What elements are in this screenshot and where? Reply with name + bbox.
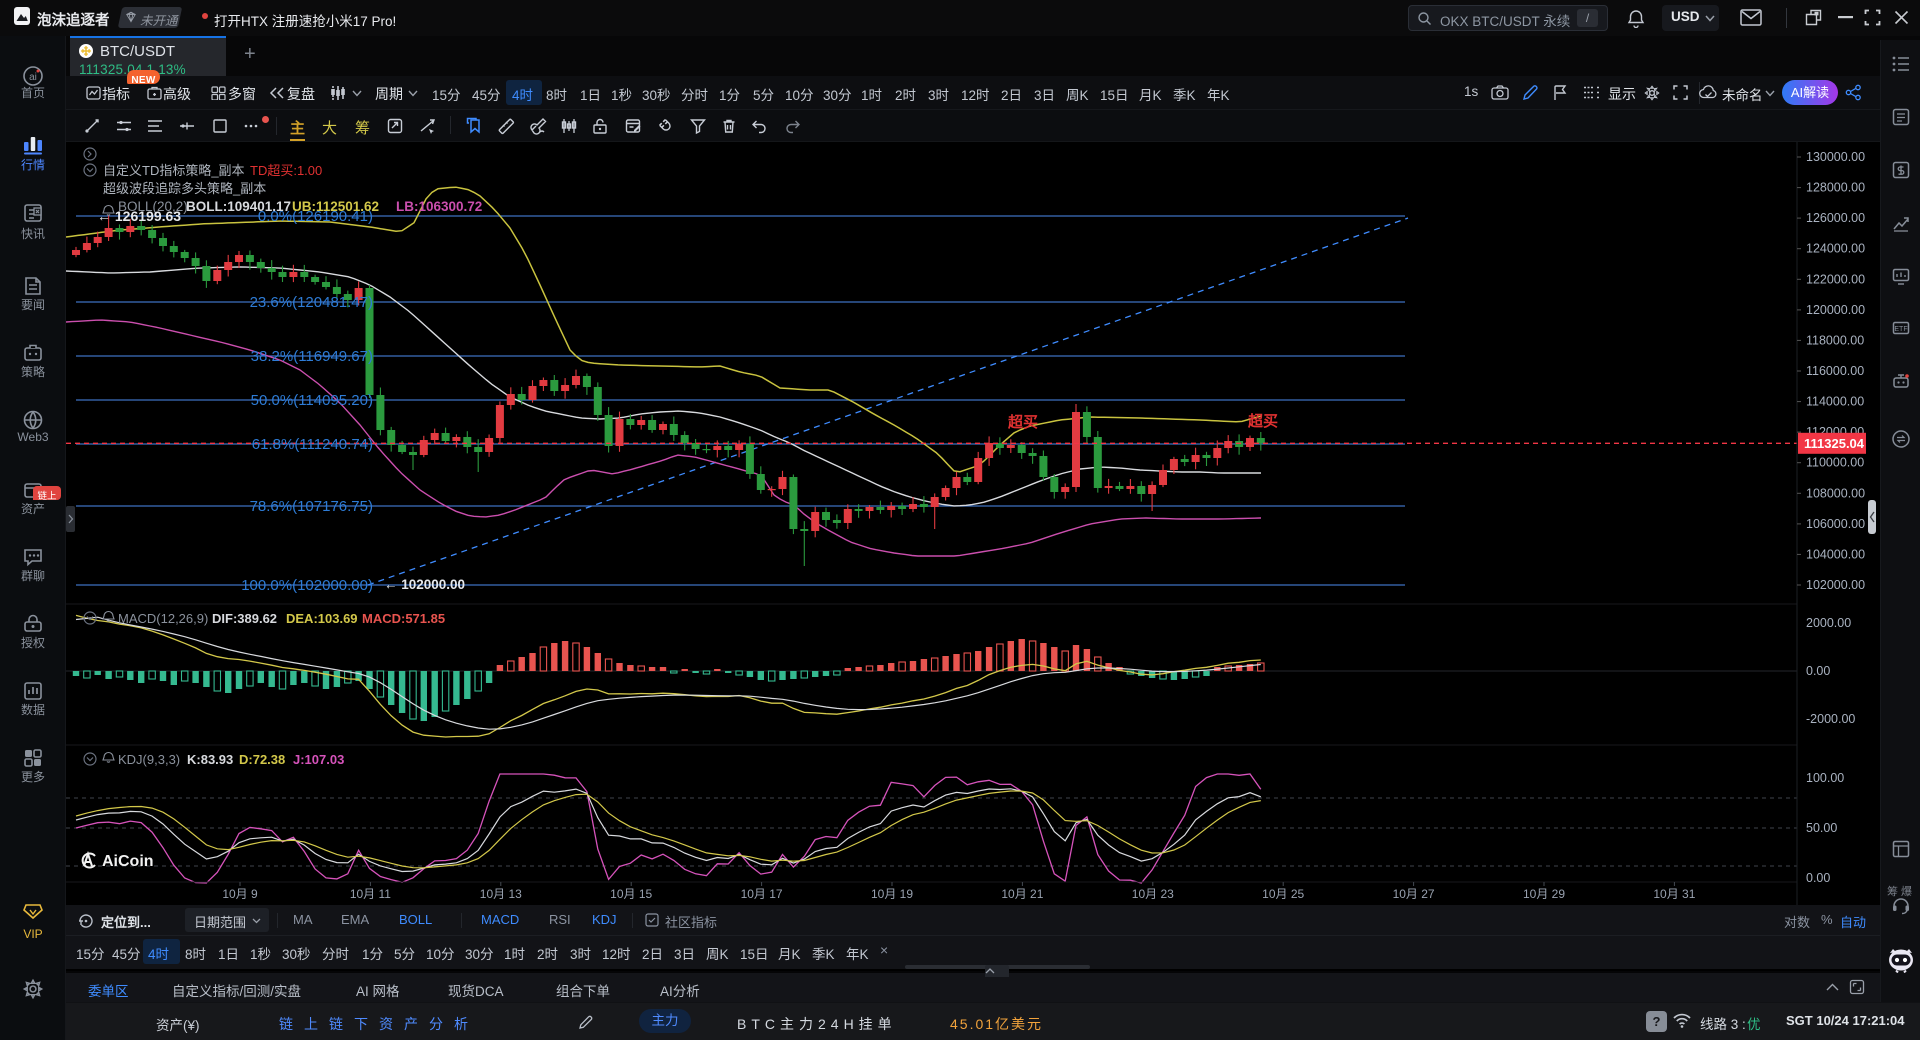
svg-text:130000.00: 130000.00 xyxy=(1806,150,1865,164)
svg-text:78.6%(107176.75): 78.6%(107176.75) xyxy=(250,498,373,515)
svg-text:10月 9: 10月 9 xyxy=(222,887,258,901)
svg-text:126000.00: 126000.00 xyxy=(1806,211,1865,225)
svg-text:← 126199.63: ← 126199.63 xyxy=(97,208,181,224)
svg-text:自定义TD指标策略_副本: 自定义TD指标策略_副本 xyxy=(103,163,245,178)
svg-text:116000.00: 116000.00 xyxy=(1806,364,1864,378)
svg-text:23.6%(120481.47): 23.6%(120481.47) xyxy=(250,294,373,311)
svg-text:KDJ(9,3,3): KDJ(9,3,3) xyxy=(118,752,180,767)
svg-text:J:107.03: J:107.03 xyxy=(293,752,344,767)
svg-text:10月 17: 10月 17 xyxy=(741,887,783,901)
svg-text:MACD(12,26,9): MACD(12,26,9) xyxy=(118,611,208,626)
svg-text:超级波段追踪多头策略_副本: 超级波段追踪多头策略_副本 xyxy=(103,181,266,196)
svg-text:ETF: ETF xyxy=(1894,326,1907,333)
svg-text:111325.04: 111325.04 xyxy=(1804,436,1865,451)
svg-text:10月 27: 10月 27 xyxy=(1393,887,1435,901)
svg-text:← 102000.00: ← 102000.00 xyxy=(384,577,465,592)
svg-text:超买: 超买 xyxy=(1007,413,1038,431)
svg-text:10月 11: 10月 11 xyxy=(350,887,391,901)
svg-text:10月 19: 10月 19 xyxy=(871,887,913,901)
svg-text:120000.00: 120000.00 xyxy=(1806,303,1865,317)
svg-text:102000.00: 102000.00 xyxy=(1806,578,1865,592)
svg-text:10月 29: 10月 29 xyxy=(1523,887,1565,901)
svg-text:50.00: 50.00 xyxy=(1806,821,1837,835)
svg-text:BOLL:109401.17: BOLL:109401.17 xyxy=(186,199,291,214)
svg-text:AiCoin: AiCoin xyxy=(102,853,154,870)
svg-text:100.0%(102000.00): 100.0%(102000.00) xyxy=(241,577,373,594)
svg-text:0.00: 0.00 xyxy=(1806,664,1830,678)
svg-text:DEA:103.69: DEA:103.69 xyxy=(286,611,358,626)
svg-text:50.0%(114095.20): 50.0%(114095.20) xyxy=(251,392,373,409)
svg-text:D:72.38: D:72.38 xyxy=(239,752,285,767)
svg-text:10月 13: 10月 13 xyxy=(480,887,522,901)
svg-text:0.00: 0.00 xyxy=(1806,871,1830,885)
svg-text:100.00: 100.00 xyxy=(1806,771,1844,785)
svg-text:DIF:389.62: DIF:389.62 xyxy=(212,611,277,626)
svg-text:MACD:571.85: MACD:571.85 xyxy=(362,611,445,626)
svg-text:2000.00: 2000.00 xyxy=(1806,616,1851,630)
svg-text:106000.00: 106000.00 xyxy=(1806,517,1865,531)
svg-text:K:83.93: K:83.93 xyxy=(187,752,233,767)
svg-text:61.8%(111240.74): 61.8%(111240.74) xyxy=(252,436,373,453)
svg-text:108000.00: 108000.00 xyxy=(1806,486,1865,500)
svg-text:-2000.00: -2000.00 xyxy=(1806,712,1855,726)
svg-text:38.2%(116949.67): 38.2%(116949.67) xyxy=(251,348,373,365)
svg-text:104000.00: 104000.00 xyxy=(1806,547,1865,561)
svg-text:114000.00: 114000.00 xyxy=(1806,395,1864,409)
svg-text:LB:106300.72: LB:106300.72 xyxy=(396,199,482,214)
svg-text:10月 15: 10月 15 xyxy=(610,887,652,901)
svg-text:10月 25: 10月 25 xyxy=(1262,887,1304,901)
svg-text:124000.00: 124000.00 xyxy=(1806,242,1865,256)
svg-text:10月 23: 10月 23 xyxy=(1132,887,1174,901)
svg-text:10月 31: 10月 31 xyxy=(1653,887,1695,901)
svg-text:118000.00: 118000.00 xyxy=(1806,333,1864,347)
svg-text:UB:112501.62: UB:112501.62 xyxy=(292,199,379,214)
svg-text:110000.00: 110000.00 xyxy=(1806,456,1864,470)
svg-text:122000.00: 122000.00 xyxy=(1806,272,1865,286)
svg-text:超买: 超买 xyxy=(1247,412,1278,430)
svg-text:128000.00: 128000.00 xyxy=(1806,181,1865,195)
svg-text:TD超买:1.00: TD超买:1.00 xyxy=(250,163,322,178)
svg-text:ai: ai xyxy=(29,72,37,83)
svg-text:10月 21: 10月 21 xyxy=(1001,887,1043,901)
